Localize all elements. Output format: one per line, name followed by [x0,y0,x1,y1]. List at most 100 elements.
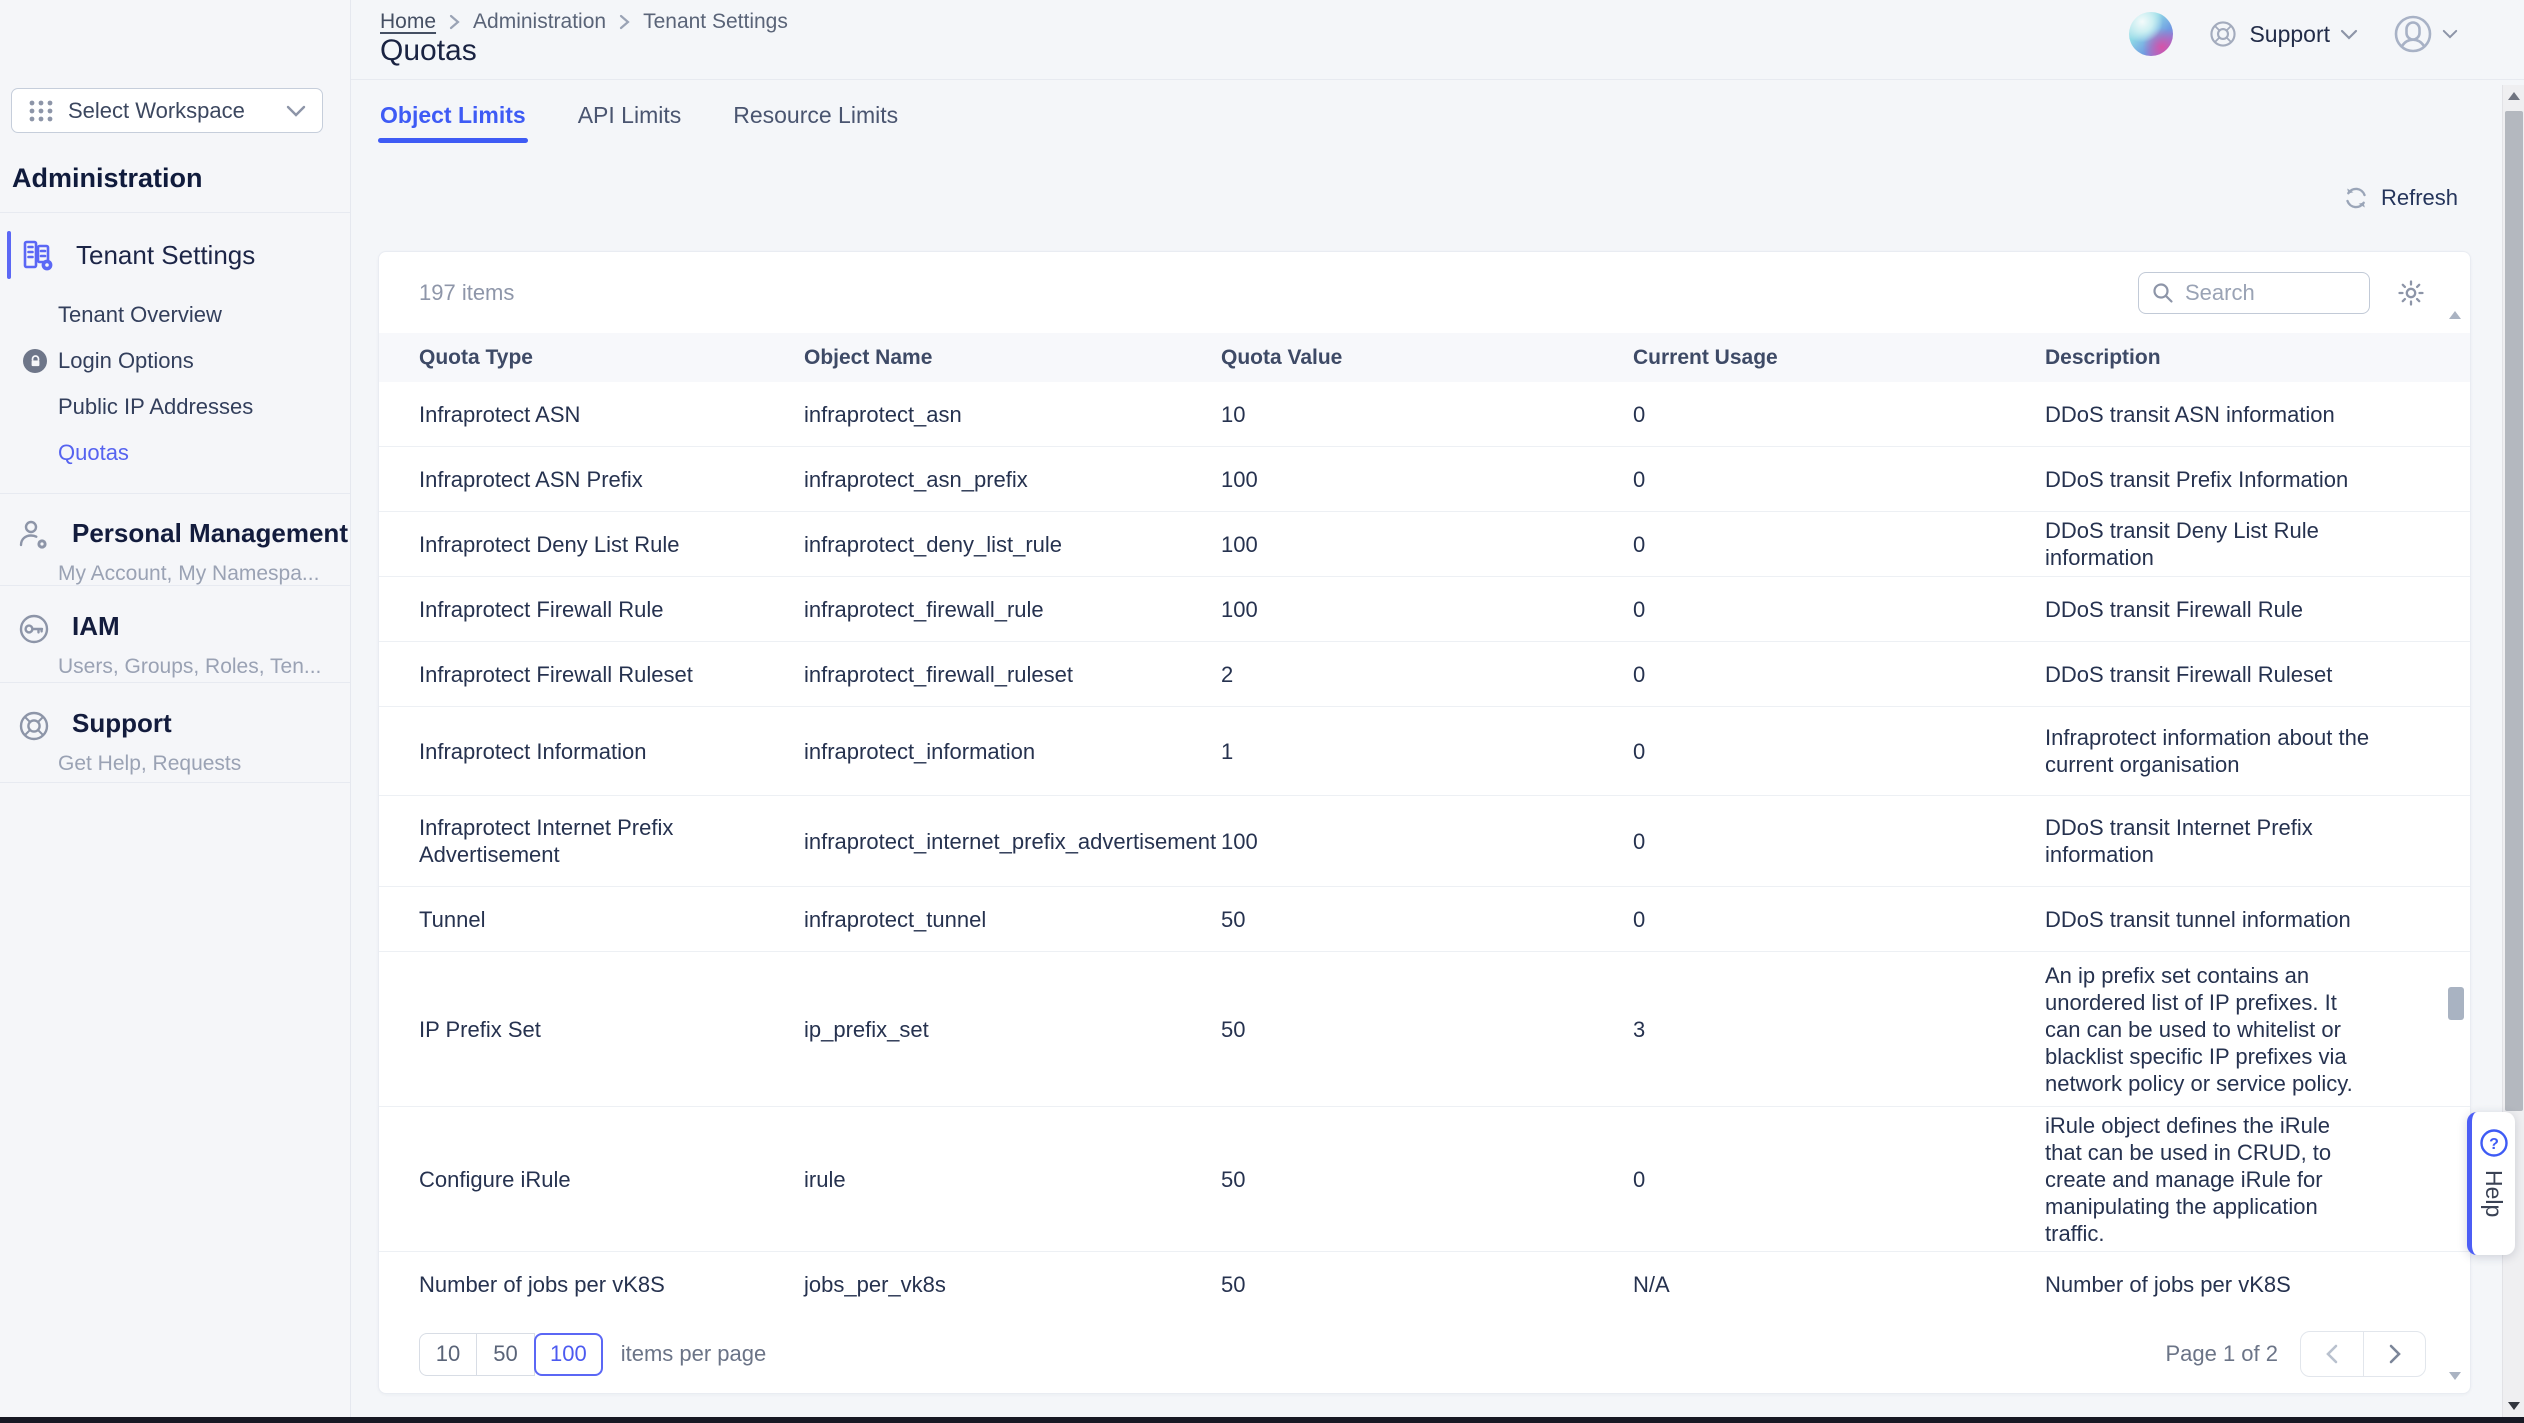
cell-quota-value: 100 [1221,531,1633,558]
lifebuoy-icon [2207,18,2239,50]
cell-object-name: infraprotect_internet_prefix_advertiseme… [804,828,1221,855]
grid-icon [28,98,54,124]
tab-resource-limits[interactable]: Resource Limits [733,102,898,143]
cell-quota-value: 50 [1221,1271,1633,1298]
sidebar-item-label: Tenant Settings [76,240,255,271]
scroll-up-icon[interactable] [2503,85,2524,107]
search-box [2138,272,2370,314]
cell-quota-value: 100 [1221,466,1633,493]
table-row[interactable]: Infraprotect Deny List Rule infraprotect… [379,512,2470,577]
refresh-button[interactable]: Refresh [2343,185,2458,211]
page-size-10[interactable]: 10 [419,1333,477,1376]
scroll-down-icon[interactable] [2503,1395,2524,1417]
table-row[interactable]: Infraprotect ASN infraprotect_asn 10 0 D… [379,382,2470,447]
assistant-orb-icon[interactable] [2129,12,2173,56]
cell-object-name: irule [804,1166,1221,1193]
table-row[interactable]: Tunnel infraprotect_tunnel 50 0 DDoS tra… [379,887,2470,952]
bottom-edge-strip [0,1417,2524,1423]
table-row[interactable]: IP Prefix Set ip_prefix_set 50 3 An ip p… [379,952,2470,1107]
sidebar-section-title: Support [72,708,172,738]
cell-current-usage: 3 [1633,1016,2045,1043]
tab-api-limits[interactable]: API Limits [578,102,682,143]
support-menu[interactable]: Support [2207,18,2358,50]
prev-page-button[interactable] [2301,1332,2363,1376]
table-row[interactable]: Infraprotect Internet Prefix Advertiseme… [379,796,2470,887]
cell-quota-value: 1 [1221,738,1633,765]
sidebar-section-subtitle: My Account, My Namespa... [58,562,350,586]
workspace-selector[interactable]: Select Workspace [11,88,323,133]
column-header-quota-value[interactable]: Quota Value [1221,344,1633,371]
cell-quota-type: Infraprotect Firewall Ruleset [419,661,804,688]
column-header-object-name[interactable]: Object Name [804,344,1221,371]
cell-quota-value: 10 [1221,401,1633,428]
top-header: Home Administration Tenant Settings Quot… [351,0,2524,80]
cell-quota-value: 50 [1221,906,1633,933]
cell-quota-value: 50 [1221,1166,1633,1193]
sidebar-item-personal-management[interactable]: Personal Management My Account, My Names… [0,500,350,586]
sidebar-item-public-ip-addresses[interactable]: Public IP Addresses [58,384,350,430]
cell-quota-value: 100 [1221,596,1633,623]
support-label: Support [2249,21,2330,48]
key-icon [16,611,52,647]
page-size-100[interactable]: 100 [534,1333,603,1376]
help-tab[interactable]: ? Help [2467,1112,2515,1255]
table-row[interactable]: Infraprotect ASN Prefix infraprotect_asn… [379,447,2470,512]
user-menu[interactable] [2392,13,2458,55]
sidebar-item-login-options[interactable]: Login Options [58,338,350,384]
tab-bar: Object Limits API Limits Resource Limits [380,102,898,143]
divider [0,682,350,683]
cell-object-name: jobs_per_vk8s [804,1271,1221,1298]
table-row[interactable]: Infraprotect Information infraprotect_in… [379,707,2470,796]
column-header-quota-type[interactable]: Quota Type [419,344,804,371]
cell-description: DDoS transit ASN information [2045,401,2400,428]
table-scroll-down-icon[interactable] [2448,1371,2462,1381]
tab-object-limits[interactable]: Object Limits [380,102,526,143]
page-size-selector: 10 50 100 [419,1333,603,1376]
table-header-row: Quota Type Object Name Quota Value Curre… [379,333,2470,382]
breadcrumb-home[interactable]: Home [380,10,436,34]
sidebar-item-support[interactable]: Support Get Help, Requests [0,690,350,776]
cell-current-usage: 0 [1633,401,2045,428]
column-header-description[interactable]: Description [2045,344,2400,371]
cell-current-usage: 0 [1633,738,2045,765]
cell-quota-value: 50 [1221,1016,1633,1043]
active-indicator [7,231,11,279]
breadcrumb-administration[interactable]: Administration [473,10,606,34]
sidebar-item-tenant-settings[interactable]: Tenant Settings [0,222,350,288]
cell-object-name: infraprotect_asn [804,401,1221,428]
sidebar: Select Workspace Administration Tenan [0,0,351,1417]
next-page-button[interactable] [2363,1332,2425,1376]
table-row[interactable]: Number of jobs per vK8S jobs_per_vk8s 50… [379,1252,2470,1315]
cell-description: DDoS transit Internet Prefix information [2045,814,2400,868]
column-header-current-usage[interactable]: Current Usage [1633,344,2045,371]
cell-description: DDoS transit Prefix Information [2045,466,2400,493]
cell-description: iRule object defines the iRule that can … [2045,1112,2400,1247]
cell-quota-type: Tunnel [419,906,804,933]
table-row[interactable]: Infraprotect Firewall Rule infraprotect_… [379,577,2470,642]
quotas-table-card: 197 items [378,251,2471,1394]
table-settings-gear-icon[interactable] [2396,278,2426,308]
chevron-down-icon [286,105,306,117]
page-size-label: items per page [621,1341,767,1367]
table-row[interactable]: Infraprotect Firewall Ruleset infraprote… [379,642,2470,707]
page-size-50[interactable]: 50 [477,1333,535,1376]
sidebar-subitem-label: Quotas [58,440,129,466]
sidebar-item-tenant-overview[interactable]: Tenant Overview [58,292,350,338]
search-input[interactable] [2185,280,2357,306]
sidebar-subitem-label: Tenant Overview [58,302,222,328]
table-row[interactable]: Configure iRule irule 50 0 iRule object … [379,1107,2470,1252]
avatar-icon [2392,13,2434,55]
table-body: Infraprotect ASN infraprotect_asn 10 0 D… [379,382,2470,1315]
table-scrollbar-thumb[interactable] [2448,987,2464,1020]
cell-quota-type: Infraprotect Firewall Rule [419,596,804,623]
table-scroll-up-icon[interactable] [2448,310,2462,320]
cell-quota-type: Infraprotect Information [419,738,804,765]
breadcrumb-tenant-settings[interactable]: Tenant Settings [643,10,788,34]
cell-quota-type: IP Prefix Set [419,1016,804,1043]
lifebuoy-icon [16,708,52,744]
sidebar-item-quotas[interactable]: Quotas [58,430,350,476]
breadcrumb: Home Administration Tenant Settings [380,10,788,34]
window-scrollbar-thumb[interactable] [2505,111,2523,1111]
sidebar-item-iam[interactable]: IAM Users, Groups, Roles, Ten... [0,593,350,679]
cell-quota-value: 2 [1221,661,1633,688]
